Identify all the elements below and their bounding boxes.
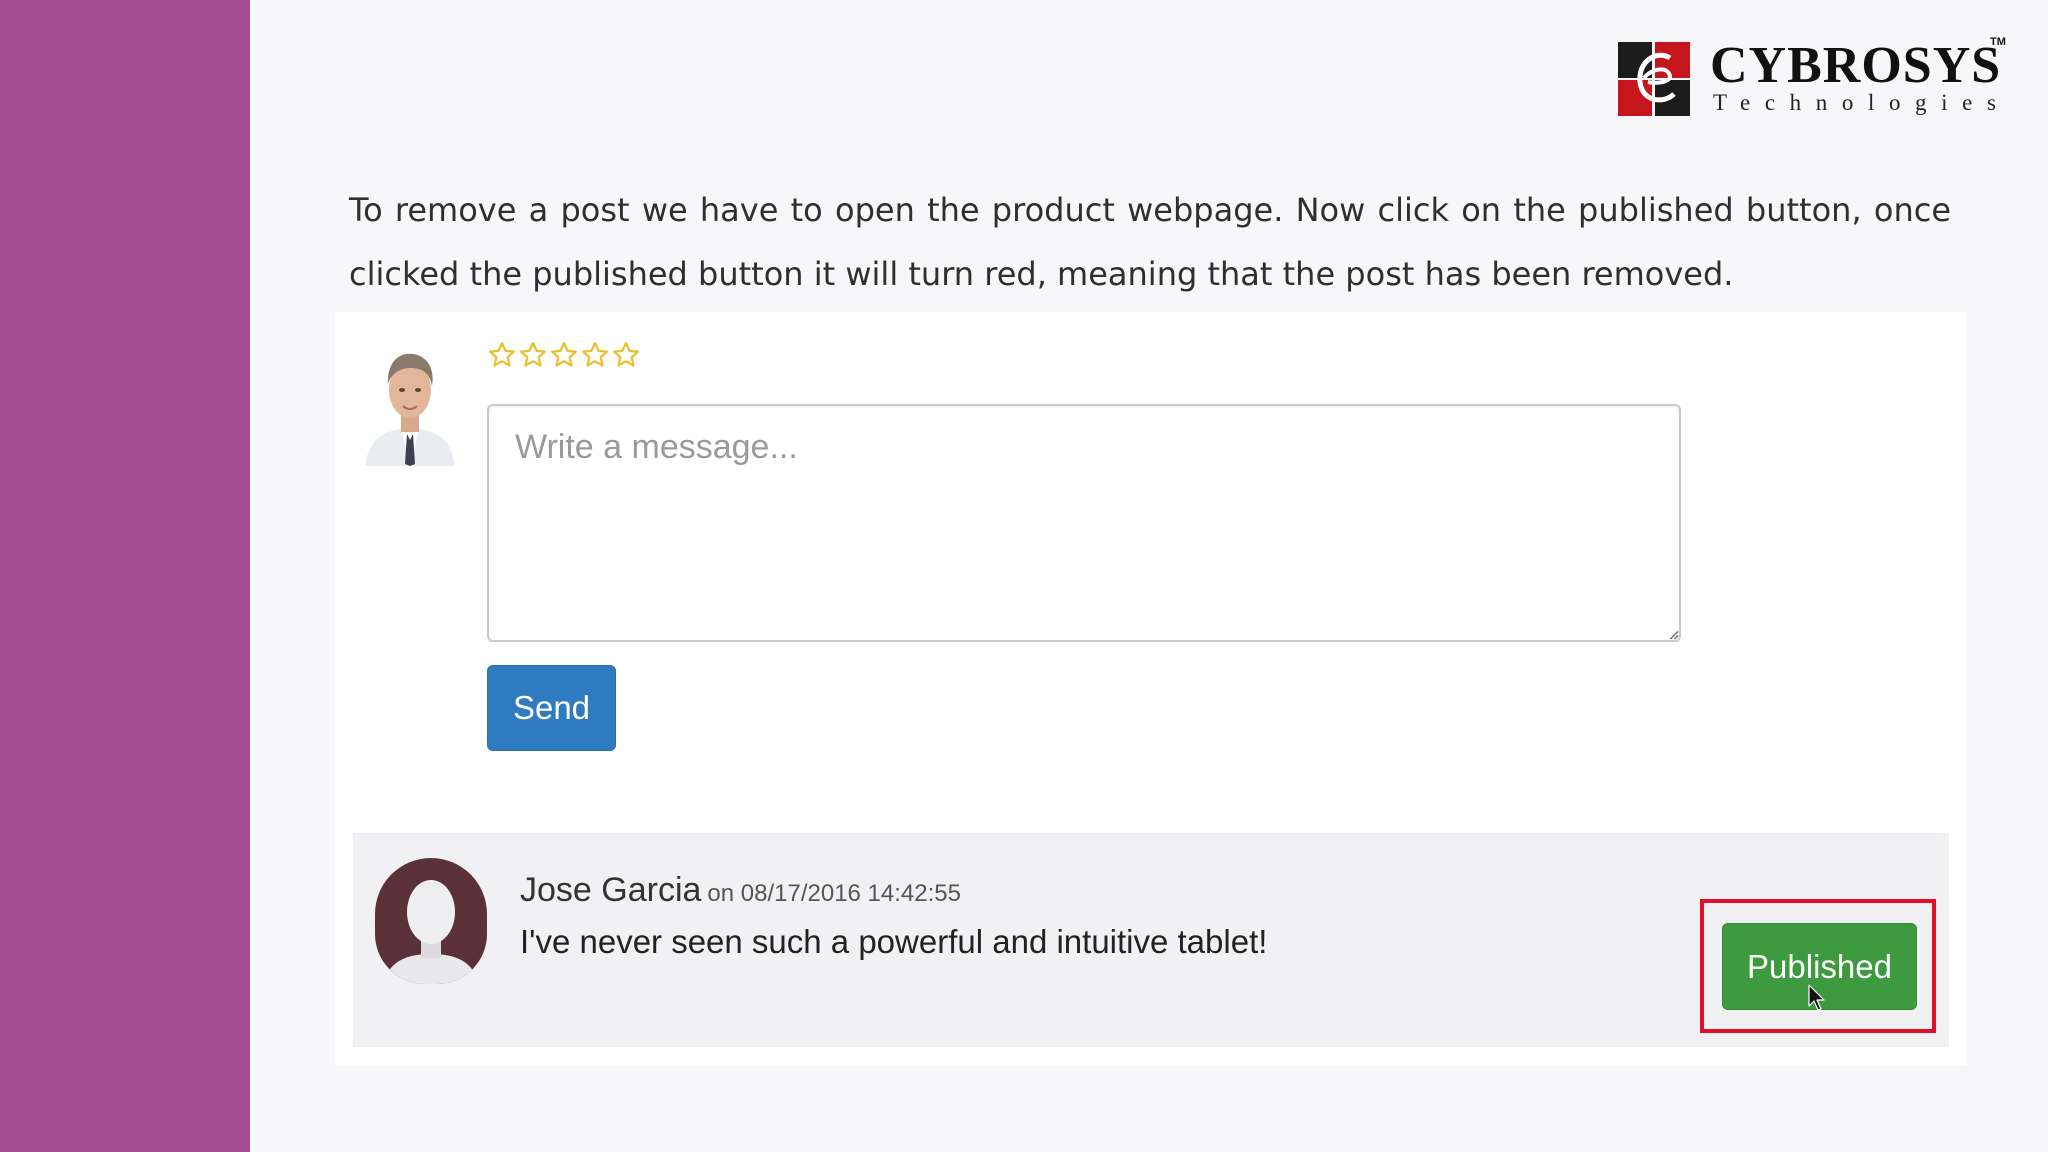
resize-grip-icon[interactable] bbox=[1667, 628, 1679, 640]
logo-name: CYBROSYS bbox=[1710, 37, 2002, 94]
logo-trademark: TM bbox=[1990, 36, 2006, 48]
user-avatar-icon bbox=[361, 338, 459, 466]
star-rating[interactable] bbox=[487, 340, 641, 370]
star-outline-icon[interactable] bbox=[487, 340, 517, 370]
star-outline-icon[interactable] bbox=[518, 340, 548, 370]
comment-author-line: Jose Garcia on 08/17/2016 14:42:55 bbox=[520, 871, 961, 910]
star-outline-icon[interactable] bbox=[549, 340, 579, 370]
comment-text: I've never seen such a powerful and intu… bbox=[520, 923, 1268, 960]
cybrosys-logo-icon bbox=[1618, 42, 1690, 116]
published-toggle-button[interactable]: Published bbox=[1722, 923, 1917, 1010]
side-color-band bbox=[0, 0, 250, 1152]
star-outline-icon[interactable] bbox=[580, 340, 610, 370]
comment-author: Jose Garcia bbox=[520, 871, 702, 909]
message-input[interactable] bbox=[487, 404, 1681, 642]
anonymous-avatar-icon bbox=[375, 858, 487, 984]
instruction-text: To remove a post we have to open the pro… bbox=[349, 191, 1951, 293]
cybrosys-logo: CYBROSYS TM Technologies bbox=[1618, 36, 2011, 122]
logo-tagline: Technologies bbox=[1713, 90, 2011, 115]
send-button[interactable]: Send bbox=[487, 665, 616, 751]
comment-date: on 08/17/2016 14:42:55 bbox=[707, 880, 961, 907]
star-outline-icon[interactable] bbox=[611, 340, 641, 370]
